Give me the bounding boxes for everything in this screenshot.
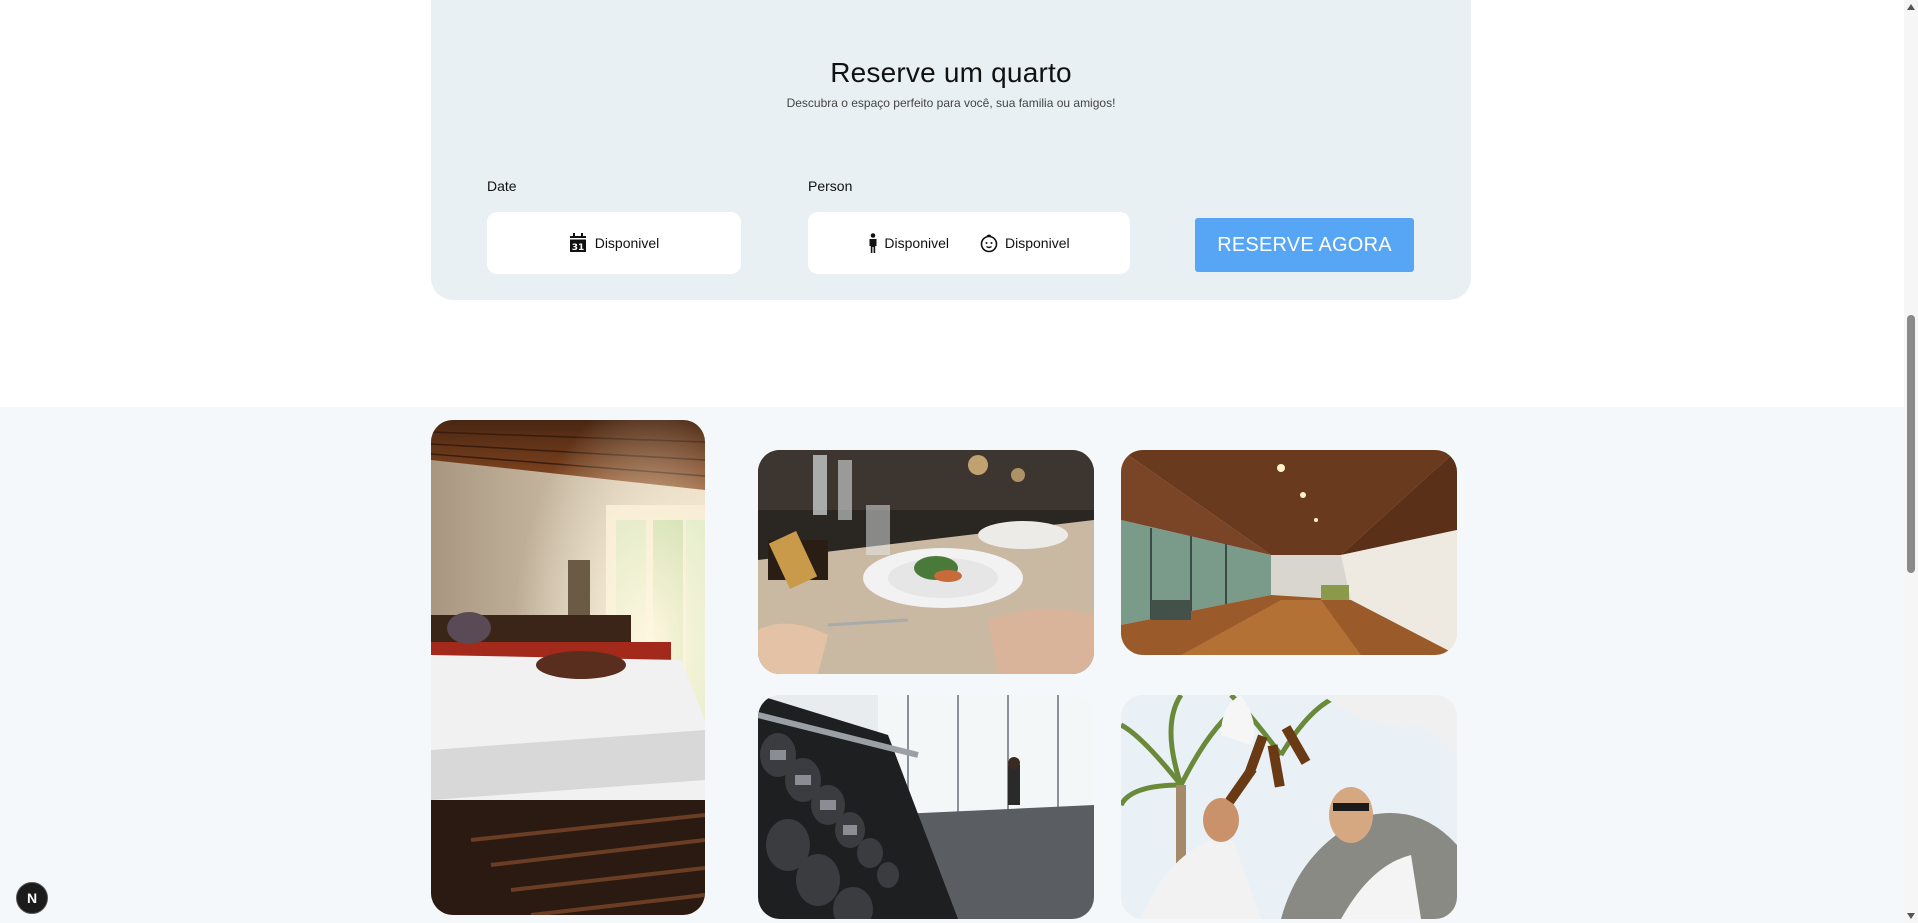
next-dev-badge[interactable]: N <box>16 882 48 914</box>
booking-title: Reserve um quarto <box>830 57 1072 88</box>
calendar-icon: 31 <box>569 233 587 253</box>
scroll-down-arrow-icon[interactable] <box>1907 913 1915 919</box>
date-field[interactable]: 31 Disponivel <box>487 212 741 274</box>
person-field[interactable]: Disponivel Disponivel <box>808 212 1130 274</box>
children-selector[interactable]: Disponivel <box>979 233 1070 253</box>
reserve-now-button[interactable]: RESERVE AGORA <box>1195 218 1414 272</box>
dining-photo <box>758 450 1094 674</box>
date-label: Date <box>487 178 517 194</box>
scroll-up-arrow-icon[interactable] <box>1907 4 1915 10</box>
date-value: Disponivel <box>594 235 660 251</box>
adults-selector[interactable]: Disponivel <box>868 233 949 253</box>
page: Reserve um quarto Descubra o espaço perf… <box>0 0 1918 923</box>
booking-card: Reserve um quarto Descubra o espaço perf… <box>431 0 1471 300</box>
person-label: Person <box>808 178 853 194</box>
gym-photo <box>758 695 1094 919</box>
hotel-room-photo <box>431 420 705 915</box>
children-value: Disponivel <box>1005 235 1070 251</box>
adults-value: Disponivel <box>884 235 949 251</box>
svg-text:31: 31 <box>571 243 584 253</box>
scrollbar-thumb[interactable] <box>1907 315 1915 573</box>
booking-subtitle: Descubra o espaço perfeito para você, su… <box>786 96 1116 110</box>
baby-icon <box>979 233 999 253</box>
lobby-photo <box>1121 450 1457 655</box>
party-photo <box>1121 695 1457 919</box>
scrollbar[interactable] <box>1904 0 1918 923</box>
person-icon <box>868 233 878 253</box>
